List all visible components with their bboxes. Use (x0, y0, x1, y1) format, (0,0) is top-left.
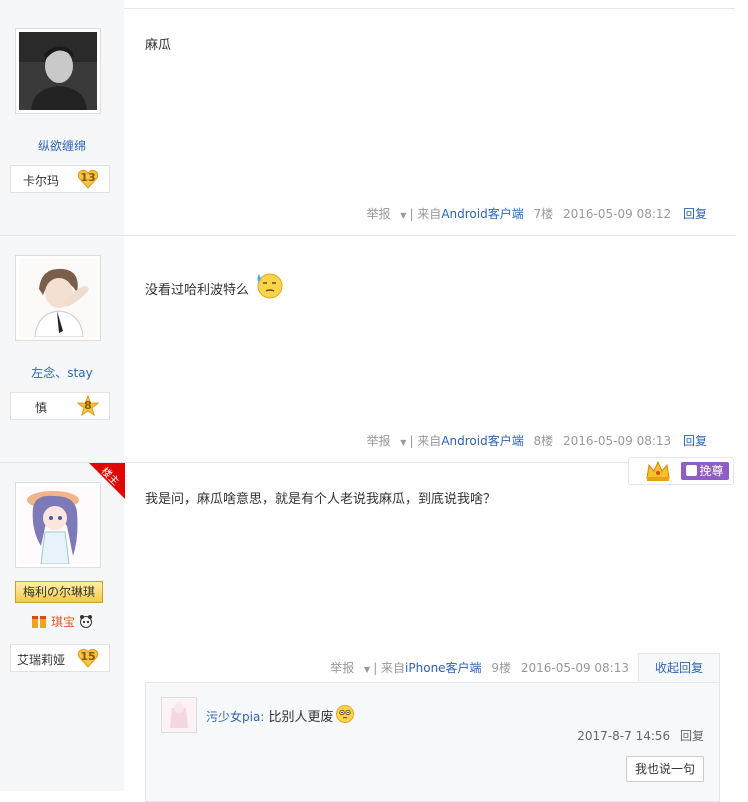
post-time: 2016-05-09 08:12 (563, 207, 672, 221)
post-floor-7: 纵欲缠绵 卡尔玛 13 麻瓜 举报 ▼ | 来自Android客户端 7楼 201… (0, 9, 735, 236)
lzl-avatar-image (162, 698, 196, 732)
say-something-label: 我也说一句 (634, 762, 695, 776)
vip-row: 琪宝 (0, 613, 124, 630)
badge-name: 艾瑞莉娅 (17, 653, 66, 667)
confused-emoji-icon (335, 705, 354, 723)
report-link[interactable]: 举报 ▼ (360, 434, 406, 448)
lzl-avatar[interactable] (161, 697, 197, 733)
post-tail: 举报 ▼ | 来自Android客户端 8楼 2016-05-09 08:13 回… (354, 432, 707, 449)
reply-link[interactable]: 回复 (683, 207, 707, 221)
member-nameplate[interactable]: 梅利の尔琳琪 (15, 581, 103, 603)
post-time: 2016-05-09 08:13 (563, 434, 672, 448)
caret-down-icon: ▼ (400, 438, 407, 447)
avatar-image (19, 486, 97, 565)
post-time: 2016-05-09 08:13 (520, 661, 629, 675)
avatar[interactable] (15, 28, 101, 114)
avatar-image (19, 32, 97, 110)
vip-name[interactable]: 琪宝 (51, 615, 75, 629)
collapse-reply-tab[interactable]: 收起回复 (638, 653, 720, 683)
badge-level: 8 (84, 399, 92, 412)
avatar[interactable] (15, 255, 101, 341)
panda-icon (79, 615, 92, 628)
floor-number: 8楼 (533, 434, 554, 448)
username[interactable]: 左念、stay (0, 364, 124, 381)
username: 梅利の尔琳琪 (22, 585, 95, 599)
username[interactable]: 纵欲缠绵 (0, 137, 124, 154)
post-top-badges: 挽尊 (628, 457, 734, 485)
collapse-reply-link[interactable]: 收起回复 (655, 661, 703, 675)
lzl-time: 2017-8-7 14:56 (577, 729, 671, 743)
floor-number: 7楼 (533, 207, 554, 221)
badge-level: 15 (80, 650, 96, 663)
caret-down-icon: ▼ (364, 665, 371, 674)
reply-link[interactable]: 回复 (683, 434, 707, 448)
lzl-reply-box: 污少女pia: 比别人更废 2017-8-7 14:56 回复 我也说一句 (145, 682, 720, 802)
lzl-author-link[interactable]: 污少女pia: (206, 710, 264, 724)
post-tail: 举报 ▼ | 来自iPhone客户端 9楼 2016-05-09 08:13 (318, 659, 629, 676)
level-badge[interactable]: 艾瑞莉娅 15 (10, 644, 110, 672)
badge-name: 慎 (35, 401, 48, 415)
source-link[interactable]: Android客户端 (441, 207, 523, 221)
post-text: 没看过哈利波特么 (145, 283, 250, 298)
floor-number: 9楼 (491, 661, 512, 675)
post-content: 没看过哈利波特么 (145, 270, 284, 300)
badge-level: 13 (80, 171, 96, 184)
avatar-image (19, 259, 97, 338)
lzl-text: 比别人更废 (268, 710, 334, 725)
lzl-meta: 2017-8-7 14:56 回复 (577, 727, 704, 744)
caret-down-icon: ▼ (400, 211, 407, 220)
source-prefix: | 来自 (409, 434, 442, 448)
source-prefix: | 来自 (409, 207, 442, 221)
badge-name: 卡尔玛 (23, 174, 60, 188)
wanzun-label: 挽尊 (699, 464, 724, 478)
post-content: 我是问，麻瓜啥意思，就是有个人老说我麻瓜，到底说我啥？ (145, 492, 497, 507)
wanzun-badge[interactable]: 挽尊 (681, 462, 729, 480)
avatar[interactable] (15, 482, 101, 568)
source-link[interactable]: iPhone客户端 (405, 661, 482, 675)
post-floor-9: 楼主 梅利の尔琳琪 琪宝 艾瑞莉娅 15 挽尊 我是问，麻瓜啥意思，就是有个人老… (0, 457, 735, 802)
source-link[interactable]: Android客户端 (441, 434, 523, 448)
say-something-button[interactable]: 我也说一句 (626, 756, 704, 782)
report-link[interactable]: 举报 ▼ (360, 207, 406, 221)
post-content: 麻瓜 (145, 38, 172, 53)
source-prefix: | 来自 (373, 661, 406, 675)
level-badge[interactable]: 慎 8 (10, 392, 110, 420)
post-floor-8: 左念、stay 慎 8 没看过哈利波特么 举报 ▼ | 来自Android客户端 … (0, 236, 735, 463)
post-tail: 举报 ▼ | 来自Android客户端 7楼 2016-05-09 08:12 回… (354, 205, 707, 222)
sweat-emoji-icon (257, 273, 283, 299)
hand-icon (686, 465, 698, 476)
crown-icon (646, 460, 670, 481)
vip-gift-icon (32, 616, 47, 628)
report-link[interactable]: 举报 ▼ (324, 661, 370, 675)
lzl-reply-line: 污少女pia: 比别人更废 (206, 704, 355, 725)
lzl-reply-link[interactable]: 回复 (680, 729, 704, 743)
level-badge[interactable]: 卡尔玛 13 (10, 165, 110, 193)
